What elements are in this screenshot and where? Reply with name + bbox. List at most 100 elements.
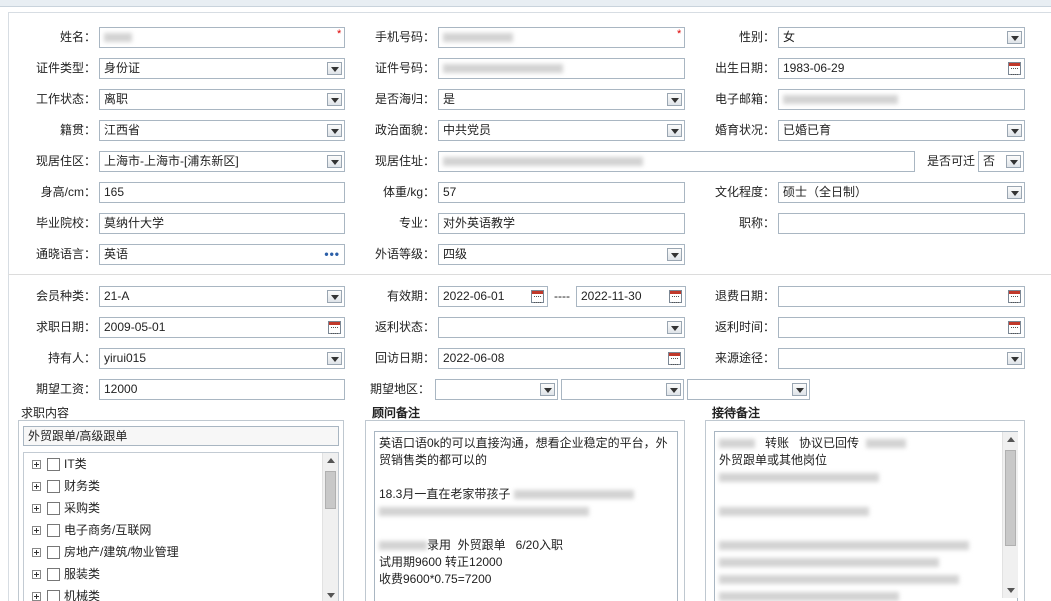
email-field[interactable] bbox=[778, 89, 1025, 110]
checkbox[interactable] bbox=[47, 458, 60, 472]
chevron-down-icon[interactable] bbox=[540, 383, 555, 396]
salary-field[interactable]: 12000 bbox=[99, 379, 345, 400]
height-field[interactable]: 165 bbox=[99, 182, 345, 203]
scroll-down-icon[interactable] bbox=[327, 593, 335, 598]
tree-item[interactable]: 电子商务/互联网 bbox=[32, 519, 151, 541]
relocate-select[interactable]: 否 bbox=[978, 151, 1024, 172]
weight-field[interactable]: 57 bbox=[438, 182, 685, 203]
tree-item[interactable]: 采购类 bbox=[32, 497, 100, 519]
checkbox[interactable] bbox=[47, 524, 60, 538]
chevron-down-icon[interactable] bbox=[667, 93, 682, 106]
calendar-icon[interactable] bbox=[531, 290, 544, 303]
level-select[interactable]: 四级 bbox=[438, 244, 685, 265]
checkbox[interactable] bbox=[47, 502, 60, 516]
returnee-select[interactable]: 是 bbox=[438, 89, 685, 110]
marital-select[interactable]: 已婚已育 bbox=[778, 120, 1025, 141]
expand-icon[interactable] bbox=[32, 526, 41, 536]
scroll-thumb[interactable] bbox=[1005, 450, 1016, 546]
political-select[interactable]: 中共党员 bbox=[438, 120, 685, 141]
holder-select[interactable]: yirui015 bbox=[99, 348, 345, 369]
native-select[interactable]: 江西省 bbox=[99, 120, 345, 141]
reception-scrollbar[interactable] bbox=[1002, 432, 1018, 598]
chevron-down-icon[interactable] bbox=[666, 383, 681, 396]
checkbox[interactable] bbox=[47, 480, 60, 494]
chevron-down-icon[interactable] bbox=[667, 124, 682, 137]
address-label: 现居住址： bbox=[374, 154, 435, 168]
expand-icon[interactable] bbox=[32, 548, 41, 558]
scroll-thumb[interactable] bbox=[325, 471, 336, 509]
chevron-down-icon[interactable] bbox=[667, 321, 682, 334]
valid-from-field[interactable]: 2022-06-01 bbox=[438, 286, 548, 307]
note-line-redacted bbox=[719, 588, 997, 601]
tree-item[interactable]: IT类 bbox=[32, 453, 87, 475]
workstatus-select[interactable]: 离职 bbox=[99, 89, 345, 110]
expand-icon[interactable] bbox=[32, 482, 41, 492]
calendar-icon[interactable] bbox=[668, 352, 681, 365]
tree-item[interactable]: 服装类 bbox=[32, 563, 100, 585]
scroll-up-icon[interactable] bbox=[327, 458, 335, 463]
checkbox[interactable] bbox=[47, 590, 60, 601]
note-line: 英语口语0k的可以直接沟通，想看企业稳定的平台，外 bbox=[379, 436, 668, 450]
phone-field[interactable] bbox=[438, 27, 685, 48]
region-province-select[interactable] bbox=[435, 379, 558, 400]
source-select[interactable] bbox=[778, 348, 1025, 369]
chevron-down-icon[interactable] bbox=[667, 248, 682, 261]
member-type-select[interactable]: 21-A bbox=[99, 286, 345, 307]
birth-field[interactable]: 1983-06-29 bbox=[778, 58, 1025, 79]
school-field[interactable]: 莫纳什大学 bbox=[99, 213, 345, 234]
expand-icon[interactable] bbox=[32, 592, 41, 601]
calendar-icon[interactable] bbox=[1008, 321, 1021, 334]
chevron-down-icon[interactable] bbox=[1006, 155, 1021, 168]
chevron-down-icon[interactable] bbox=[327, 352, 342, 365]
tree-item[interactable]: 机械类 bbox=[32, 585, 100, 601]
chevron-down-icon[interactable] bbox=[1007, 186, 1022, 199]
rebate-select[interactable] bbox=[438, 317, 685, 338]
expand-icon[interactable] bbox=[32, 460, 41, 470]
checkbox[interactable] bbox=[47, 546, 60, 560]
region-city-select[interactable] bbox=[561, 379, 684, 400]
valid-to-field[interactable]: 2022-11-30 bbox=[576, 286, 686, 307]
calendar-icon[interactable] bbox=[669, 290, 682, 303]
visit-date-field[interactable]: 2022-06-08 bbox=[438, 348, 685, 369]
residence-select[interactable]: 上海市-上海市-[浦东新区] bbox=[99, 151, 345, 172]
region-district-select[interactable] bbox=[687, 379, 810, 400]
address-field[interactable] bbox=[438, 151, 915, 172]
idtype-select[interactable]: 身份证 bbox=[99, 58, 345, 79]
chevron-down-icon[interactable] bbox=[327, 155, 342, 168]
gender-label: 性别： bbox=[738, 30, 775, 44]
jobdate-field[interactable]: 2009-05-01 bbox=[99, 317, 345, 338]
reception-notes-textarea[interactable]: 转账 协议已回传 外贸跟单或其他岗位 bbox=[714, 431, 1018, 601]
calendar-icon[interactable] bbox=[1008, 62, 1021, 75]
scroll-up-icon[interactable] bbox=[1007, 437, 1015, 442]
gender-select[interactable]: 女 bbox=[778, 27, 1025, 48]
chevron-down-icon[interactable] bbox=[792, 383, 807, 396]
idno-field[interactable] bbox=[438, 58, 685, 79]
rebatetime-field[interactable] bbox=[778, 317, 1025, 338]
chevron-down-icon[interactable] bbox=[1007, 31, 1022, 44]
scroll-down-icon[interactable] bbox=[1007, 588, 1015, 593]
chevron-down-icon[interactable] bbox=[1007, 352, 1022, 365]
calendar-icon[interactable] bbox=[328, 321, 341, 334]
chevron-down-icon[interactable] bbox=[327, 290, 342, 303]
tree-item[interactable]: 房地产/建筑/物业管理 bbox=[32, 541, 179, 563]
language-field[interactable]: 英语 ••• bbox=[99, 244, 345, 265]
checkbox[interactable] bbox=[47, 568, 60, 582]
expand-icon[interactable] bbox=[32, 504, 41, 514]
title-field[interactable] bbox=[778, 213, 1025, 234]
more-icon[interactable]: ••• bbox=[324, 245, 340, 264]
education-select[interactable]: 硕士（全日制） bbox=[778, 182, 1025, 203]
chevron-down-icon[interactable] bbox=[327, 62, 342, 75]
tree-item-label: 财务类 bbox=[64, 479, 101, 493]
major-field[interactable]: 对外英语教学 bbox=[438, 213, 685, 234]
name-field[interactable] bbox=[99, 27, 345, 48]
refund-date-field[interactable] bbox=[778, 286, 1025, 307]
calendar-icon[interactable] bbox=[1008, 290, 1021, 303]
chevron-down-icon[interactable] bbox=[327, 124, 342, 137]
job-selected-field[interactable]: 外贸跟单/高级跟单 bbox=[23, 426, 339, 446]
chevron-down-icon[interactable] bbox=[1007, 124, 1022, 137]
tree-item[interactable]: 财务类 bbox=[32, 475, 100, 497]
expand-icon[interactable] bbox=[32, 570, 41, 580]
consultant-notes-textarea[interactable]: 英语口语0k的可以直接沟通，想看企业稳定的平台，外 贸销售类的都可以的 18.3月一… bbox=[374, 431, 678, 601]
chevron-down-icon[interactable] bbox=[327, 93, 342, 106]
tree-scrollbar[interactable] bbox=[322, 453, 338, 601]
